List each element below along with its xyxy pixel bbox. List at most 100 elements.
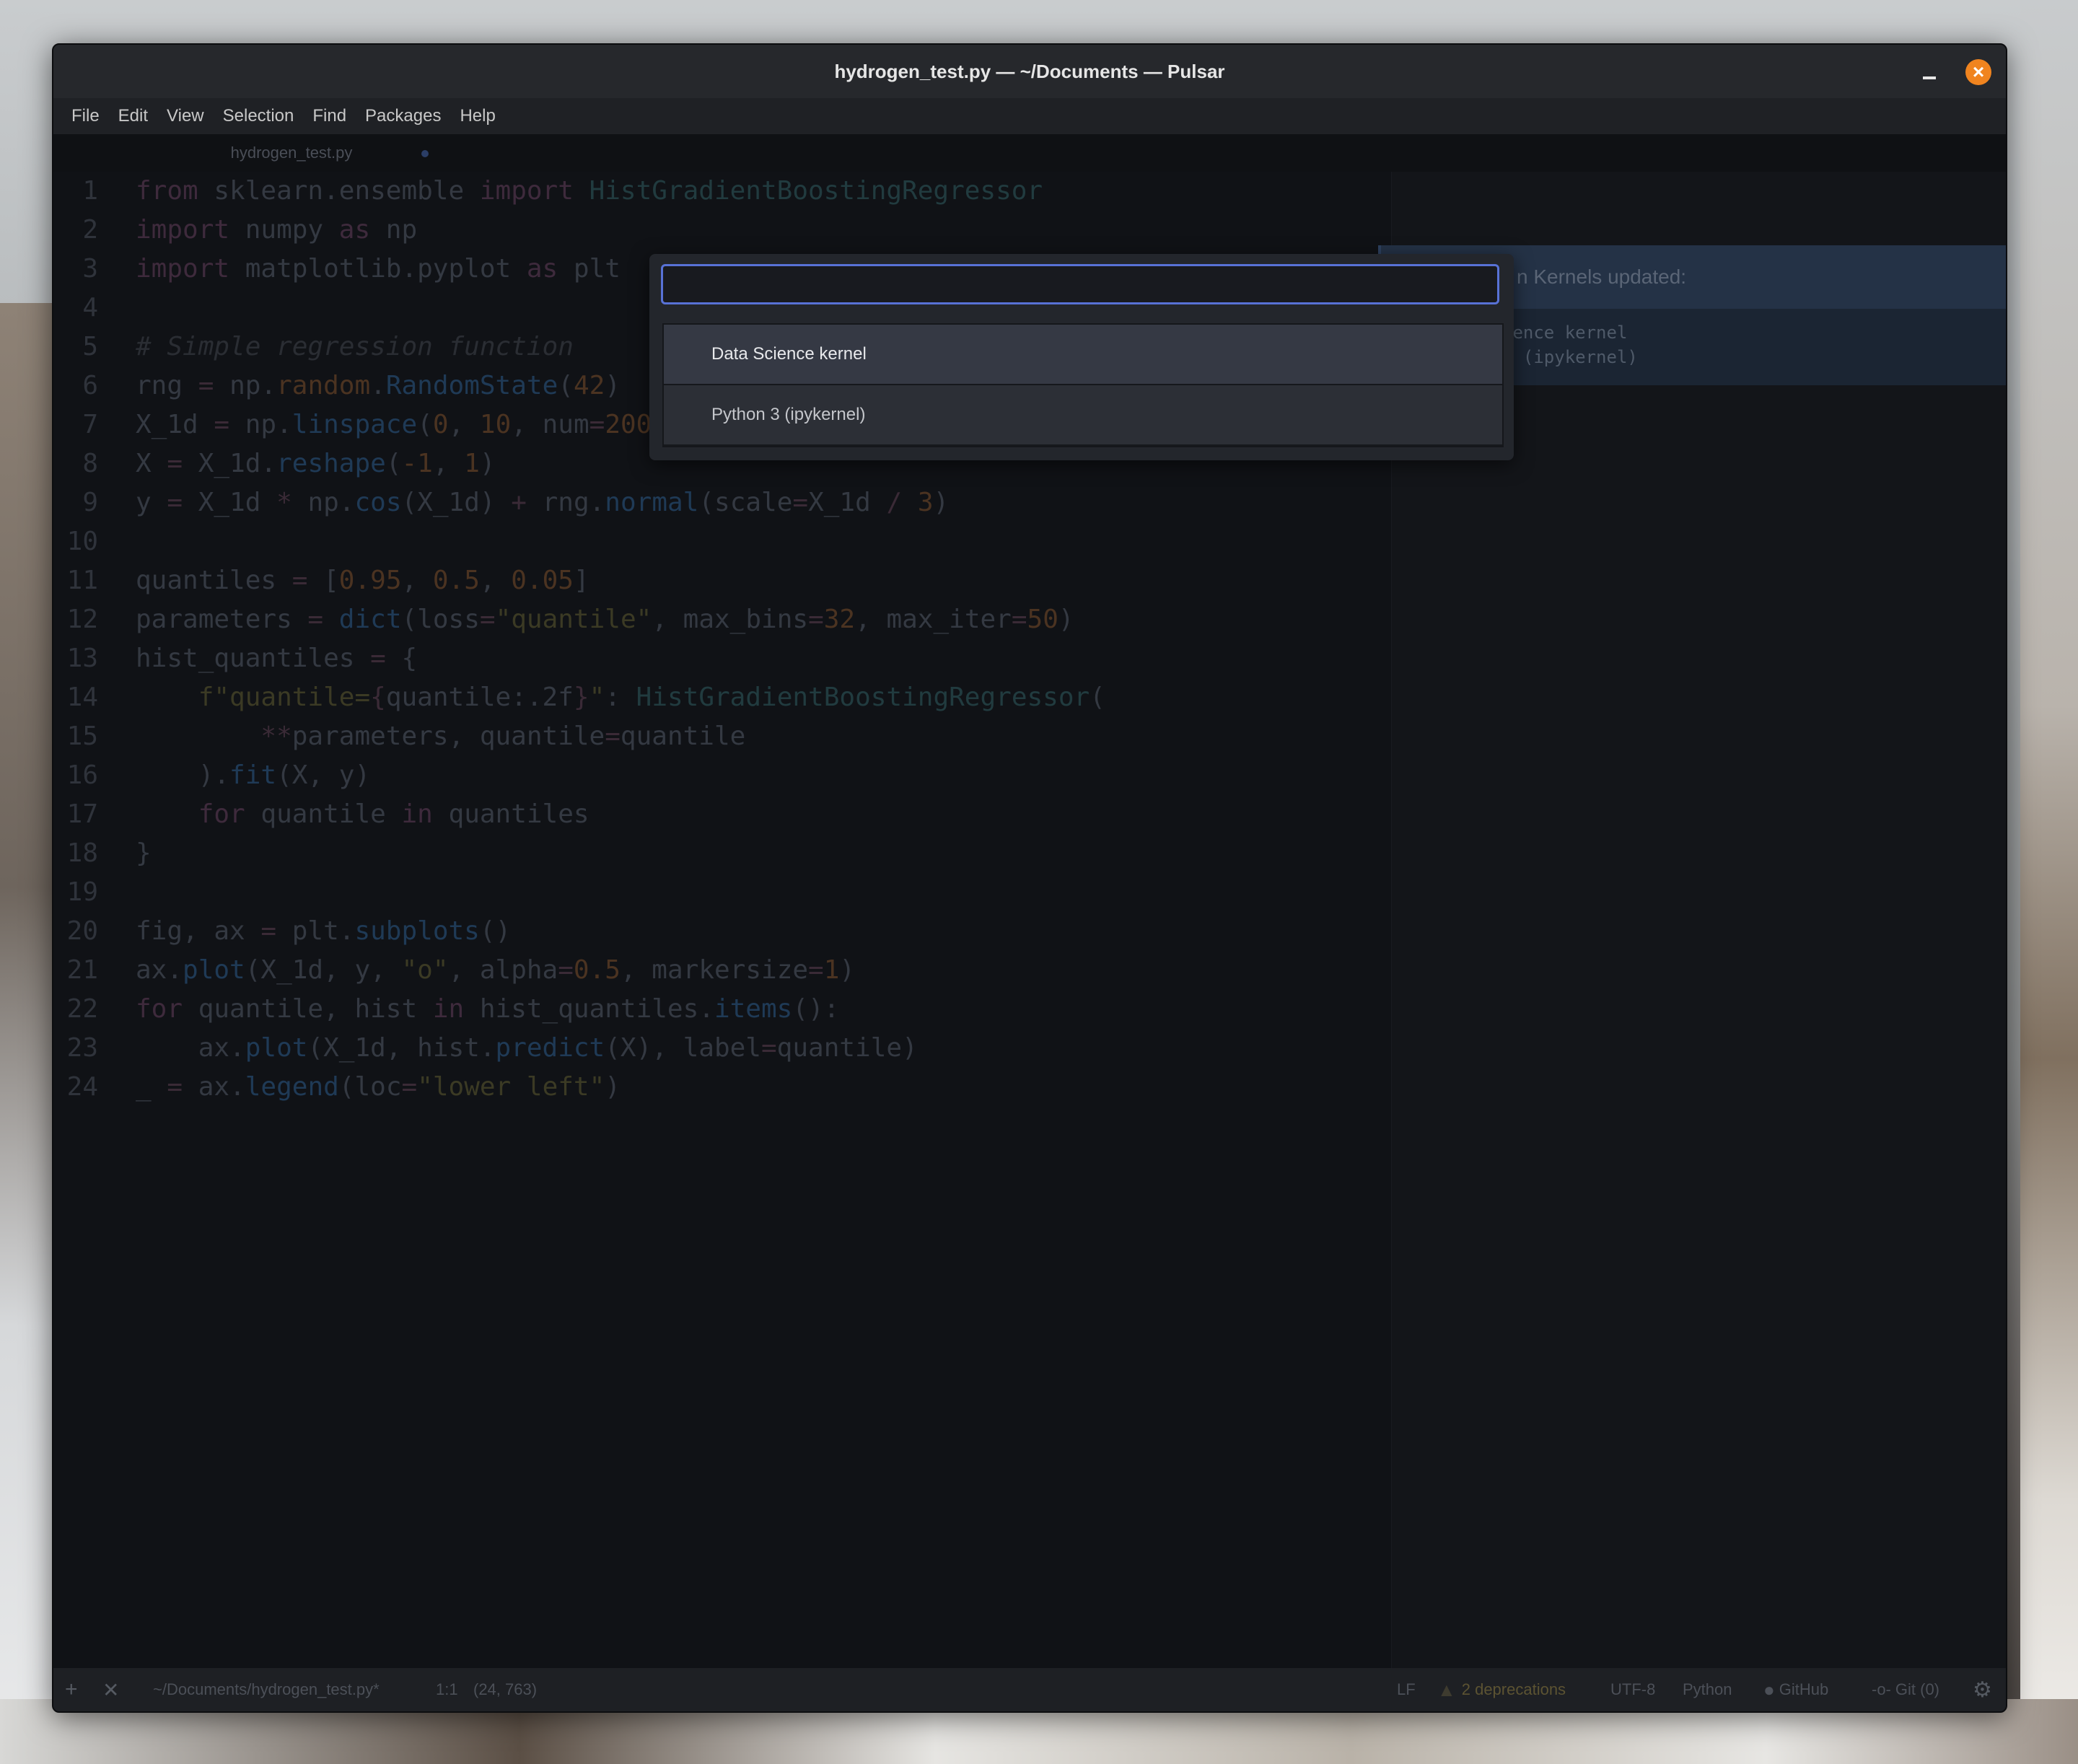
line-number: 16 [66, 760, 98, 790]
code-line[interactable]: 19 [53, 873, 2006, 912]
code-text: ).fit(X, y) [136, 756, 370, 795]
code-token: , alpha [448, 955, 558, 985]
code-line[interactable]: 14 f"quantile={quantile:.2f}": HistGradi… [53, 678, 2006, 717]
selection-count[interactable]: (24, 763) [473, 1668, 537, 1711]
deprecations-indicator[interactable]: ▲ 2 deprecations [1437, 1668, 1566, 1711]
close-icon[interactable]: ✕ [102, 1668, 119, 1711]
gear-icon[interactable]: ⚙ [1973, 1668, 1992, 1711]
file-path[interactable]: ~/Documents/hydrogen_test.py* [153, 1668, 380, 1711]
code-token: = [291, 566, 308, 595]
code-token: import [136, 215, 230, 245]
code-token: ) [1058, 605, 1074, 634]
menu-file[interactable]: File [62, 106, 109, 126]
grammar[interactable]: Python [1683, 1668, 1732, 1711]
code-token: fig, ax [136, 916, 261, 946]
git-button[interactable]: -o- Git (0) [1872, 1668, 1939, 1711]
github-button[interactable]: ● GitHub [1763, 1668, 1828, 1711]
line-number: 11 [66, 566, 98, 595]
code-token: quantile, hist [183, 994, 433, 1024]
pulsar-window: hydrogen_test.py — ~/Documents — Pulsar … [52, 43, 2007, 1713]
code-token: { [370, 683, 386, 712]
code-text: rng = np.random.RandomState(42) [136, 367, 621, 405]
line-number: 14 [66, 683, 98, 712]
code-token: X [136, 449, 167, 478]
title-bar[interactable]: hydrogen_test.py — ~/Documents — Pulsar … [53, 45, 2006, 98]
minimize-button[interactable] [1919, 62, 1939, 82]
menu-view[interactable]: View [157, 106, 214, 126]
code-line[interactable]: 22 for quantile, hist in hist_quantiles.i… [53, 990, 2006, 1029]
menu-edit[interactable]: Edit [109, 106, 157, 126]
code-token: 0.5 [432, 566, 480, 595]
code-token: = [808, 605, 824, 634]
tab-bar: hydrogen_test.py [53, 134, 2006, 172]
code-token: + [511, 488, 527, 517]
code-text: quantiles = [0.95, 0.5, 0.05] [136, 561, 589, 600]
code-text: hist_quantiles = { [136, 639, 417, 678]
kernel-option-data-science[interactable]: Data Science kernel [664, 325, 1502, 385]
code-line[interactable]: 15 **parameters, quantile=quantile [53, 717, 2006, 756]
menu-selection[interactable]: Selection [214, 106, 304, 126]
warning-icon: ▲ [1437, 1678, 1456, 1701]
code-token: y [136, 488, 167, 517]
code-token: 10 [479, 410, 512, 439]
code-line[interactable]: 2 import numpy as np [53, 211, 2006, 250]
code-token: { [385, 644, 418, 673]
github-label: GitHub [1779, 1680, 1829, 1698]
kernel-option-python3[interactable]: Python 3 (ipykernel) [664, 385, 1502, 446]
code-line[interactable]: 23 ax.plot(X_1d, hist.predict(X), label=… [53, 1029, 2006, 1068]
code-token: linspace [291, 410, 418, 439]
code-token: X_1d [136, 410, 214, 439]
encoding[interactable]: UTF-8 [1610, 1668, 1655, 1711]
code-line[interactable]: 1 from sklearn.ensemble import HistGradie… [53, 172, 2006, 211]
code-line[interactable]: 16 ).fit(X, y) [53, 756, 2006, 795]
code-token: sklearn.ensemble [198, 176, 480, 206]
cursor-position[interactable]: 1:1 [436, 1668, 458, 1711]
code-token: np [370, 215, 418, 245]
line-number: 21 [66, 955, 98, 985]
code-line[interactable]: 18} [53, 834, 2006, 873]
menu-find[interactable]: Find [303, 106, 356, 126]
code-token: (loc [338, 1072, 402, 1102]
close-icon: × [1972, 61, 1985, 83]
code-token: , max_iter [855, 605, 1012, 634]
code-token: X_1d [808, 488, 887, 517]
code-line[interactable]: 10 [53, 522, 2006, 561]
code-token: in [401, 799, 433, 829]
tab-hydrogen-test[interactable]: hydrogen_test.py [140, 134, 443, 172]
code-token: plt [558, 254, 621, 284]
code-token: 42 [573, 371, 605, 400]
code-token: ( [1090, 683, 1105, 712]
code-line[interactable]: 17 for quantile in quantiles [53, 795, 2006, 834]
menu-help[interactable]: Help [450, 106, 504, 126]
code-token: random [276, 371, 371, 400]
window-title: hydrogen_test.py — ~/Documents — Pulsar [834, 60, 1225, 82]
code-line[interactable]: 9 y = X_1d * np.cos(X_1d) + rng.normal(sc… [53, 483, 2006, 522]
code-line[interactable]: 13 hist_quantiles = { [53, 639, 2006, 678]
notification-body: ience kernel 3 (ipykernel) [1502, 320, 1638, 369]
line-number: 8 [82, 449, 98, 478]
code-token: HistGradientBoostingRegressor [573, 176, 1043, 206]
git-commit-icon: -o- [1872, 1680, 1891, 1698]
menu-packages[interactable]: Packages [356, 106, 450, 126]
code-line[interactable]: 11 quantiles = [0.95, 0.5, 0.05] [53, 561, 2006, 600]
plus-icon[interactable]: + [65, 1668, 78, 1711]
code-text: ax.plot(X_1d, y, "o", alpha=0.5, markers… [136, 951, 855, 990]
code-token: } [136, 838, 152, 868]
kernel-search-input[interactable] [661, 264, 1499, 304]
code-line[interactable]: 24 _ = ax.legend(loc="lower left") [53, 1068, 2006, 1107]
code-token: plot [245, 1033, 308, 1063]
code-token: as [526, 254, 558, 284]
code-token: = [558, 955, 574, 985]
code-token: 50 [1027, 605, 1058, 634]
close-window-button[interactable]: × [1965, 59, 1991, 85]
code-token: 1 [823, 955, 840, 985]
code-token: _ [136, 1072, 167, 1102]
line-ending[interactable]: LF [1397, 1668, 1416, 1711]
code-token: ) [479, 449, 496, 478]
code-line[interactable]: 12 parameters = dict(loss="quantile", max… [53, 600, 2006, 639]
code-token: parameters, quantile [291, 721, 605, 751]
code-line[interactable]: 21 ax.plot(X_1d, y, "o", alpha=0.5, marke… [53, 951, 2006, 990]
code-line[interactable]: 20 fig, ax = plt.subplots() [53, 912, 2006, 951]
code-token: / [886, 488, 903, 517]
